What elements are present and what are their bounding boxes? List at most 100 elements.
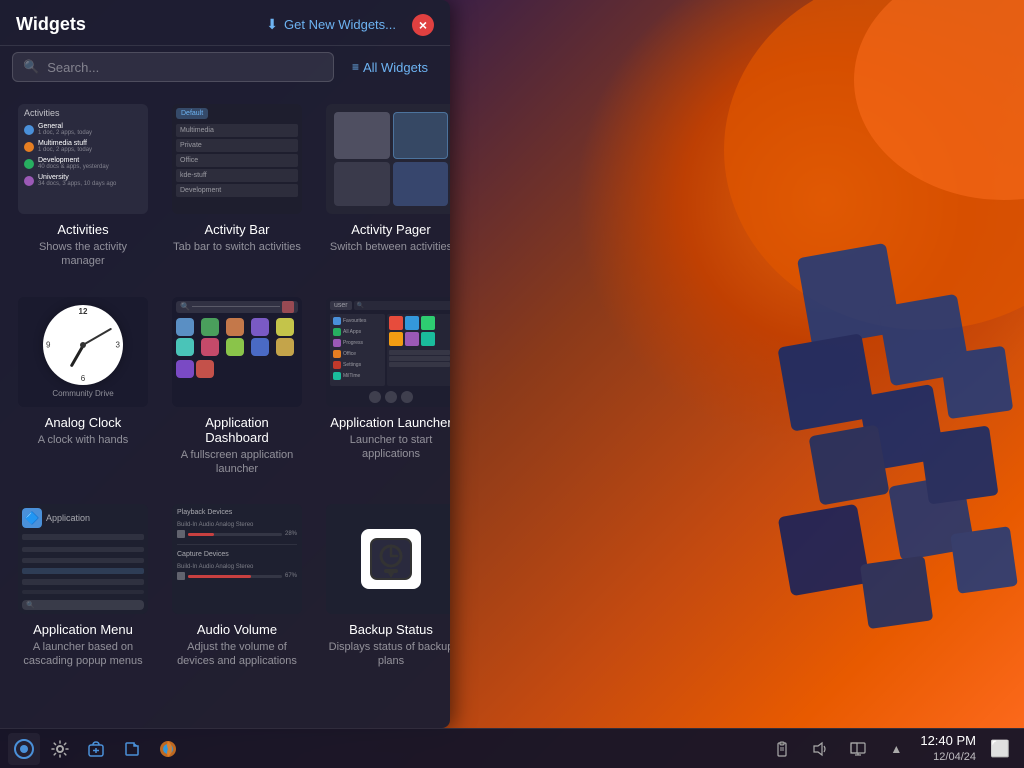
widget-item-activity-pager[interactable]: Activity Pager Switch between activities [320,96,450,277]
audio-capture-name: Build-In Audio Analog Stereo [177,564,297,570]
taskbar-display-icon[interactable] [842,733,874,765]
taskbar-icon-files[interactable] [116,733,148,765]
appdash-btn [282,301,294,313]
actbar-item: kde-stuff [176,169,298,182]
widget-item-audio-volume[interactable]: Playback Devices Build-In Audio Analog S… [166,496,308,677]
taskbar-icon-settings[interactable] [44,733,76,765]
launcher-panel-item: Settings [332,360,383,370]
taskbar-clipboard-icon[interactable] [766,733,798,765]
taskbar-screen-icon[interactable]: ⬜ [984,733,1016,765]
activity-info: University 34 docs, 3 apps, 10 days ago [38,174,142,187]
appdash-icon [226,338,244,356]
widget-name-activities: Activities [57,222,108,237]
activity-info: General 1 doc, 2 apps, today [38,123,142,136]
appdash-icon [196,360,214,378]
applauncher-preview: user 🔍 Favourites [326,297,450,407]
appdash-row2 [176,338,298,356]
appdash-icon [176,338,194,356]
appdash-icon [276,338,294,356]
clock-3: 3 [116,341,120,350]
widget-preview-backup-status [326,504,450,614]
launcher-icon [333,317,341,325]
get-new-widgets-button[interactable]: ⬇ Get New Widgets... [258,12,404,37]
appdash-icon [176,360,194,378]
store-icon [87,740,105,758]
actbar-items: Multimedia Private Office kde-stuff Deve… [176,124,298,197]
appdash-search-icon: 🔍 [180,302,190,311]
widget-item-backup-status[interactable]: Backup Status Displays status of backup … [320,496,450,677]
launcher-right-list [387,348,450,369]
appmenu-item [22,590,144,594]
launcher-footer [330,391,450,403]
activities-title: Activities [22,108,144,118]
launcher-footer-icon [401,391,413,403]
app-icon [389,316,403,330]
actbar-item: Multimedia [176,124,298,137]
audio-capture-icon [177,572,185,580]
launcher-icon [333,328,341,336]
widget-preview-app-dashboard: 🔍 [172,297,302,407]
appdash-icon [276,318,294,336]
app-icon [405,316,419,330]
widget-item-app-launcher[interactable]: user 🔍 Favourites [320,289,450,485]
launcher-label: Settings [343,362,361,368]
settings-icon [51,740,69,758]
desktop-svg-shapes [504,0,1024,768]
backup-svg [366,534,416,584]
actbar-item: Private [176,139,298,152]
clock-12: 12 [79,307,88,316]
appmenu-search-icon: 🔍 [26,601,35,609]
launcher-label: Office [343,351,356,357]
launcher-label: All Apps [343,329,361,335]
actbar-chip-default: Default [176,108,208,119]
spacer [22,554,144,556]
get-new-widgets-label: Get New Widgets... [284,17,396,32]
audio-device-capture: Build-In Audio Analog Stereo 67% [177,564,297,580]
launcher-icon [333,372,341,380]
filter-button[interactable]: ≡ All Widgets [342,54,438,81]
spacer [22,576,144,578]
close-button[interactable]: × [412,14,434,36]
launcher-panel-item: Progress [332,338,383,348]
search-input[interactable] [47,60,323,75]
taskbar-icon-store[interactable] [80,733,112,765]
panel-header: Widgets ⬇ Get New Widgets... × [0,0,450,46]
launcher-search-icon: 🔍 [357,302,364,309]
launcher-panel-item: Favourites [332,316,383,326]
launcher-label: MilTime [343,373,360,379]
activity-dot [24,125,34,135]
launcher-content: Favourites All Apps Progress [330,314,450,386]
appdash-icon [201,338,219,356]
launcher-panel-item: All Apps [332,327,383,337]
appdash-preview: 🔍 [172,297,302,407]
widget-item-app-dashboard[interactable]: 🔍 [166,289,308,485]
widget-desc-backup-status: Displays status of backup plans [326,640,450,669]
taskbar-icon-firefox[interactable] [152,733,184,765]
launcher-panel-item: MilTime [332,371,383,381]
appdash-search: 🔍 [176,301,298,313]
widget-desc-audio-volume: Adjust the volume of devices and applica… [172,640,302,669]
widget-preview-activity-bar: Default Multimedia Private Office kde-st… [172,104,302,214]
widget-name-activity-pager: Activity Pager [351,222,430,237]
widget-item-activity-bar[interactable]: Default Multimedia Private Office kde-st… [166,96,308,277]
taskbar-volume-icon[interactable] [804,733,836,765]
taskbar-icon-kde[interactable] [8,733,40,765]
launcher-apps-grid [387,314,450,348]
activities-preview: Activities General 1 doc, 2 apps, today … [18,104,148,214]
activity-sublabel: 1 doc, 2 apps, today [38,130,142,136]
appdash-icons [176,318,298,336]
launcher-user: user [330,301,352,310]
files-icon [123,740,141,758]
widget-preview-activity-pager [326,104,450,214]
widget-preview-activities: Activities General 1 doc, 2 apps, today … [18,104,148,214]
widget-item-activities[interactable]: Activities General 1 doc, 2 apps, today … [12,96,154,277]
spacer [22,587,144,589]
spacer [22,596,144,598]
widget-item-analog-clock[interactable]: 12 6 3 9 Community Drive Analog Clock A … [12,289,154,485]
widget-item-app-menu[interactable]: 🔷 Application [12,496,154,677]
audio-volume-icon [177,530,185,538]
activity-dot [24,159,34,169]
close-icon: × [419,17,427,33]
appmenu-preview: 🔷 Application [18,504,148,614]
taskbar-chevron-icon[interactable]: ▲ [880,733,912,765]
